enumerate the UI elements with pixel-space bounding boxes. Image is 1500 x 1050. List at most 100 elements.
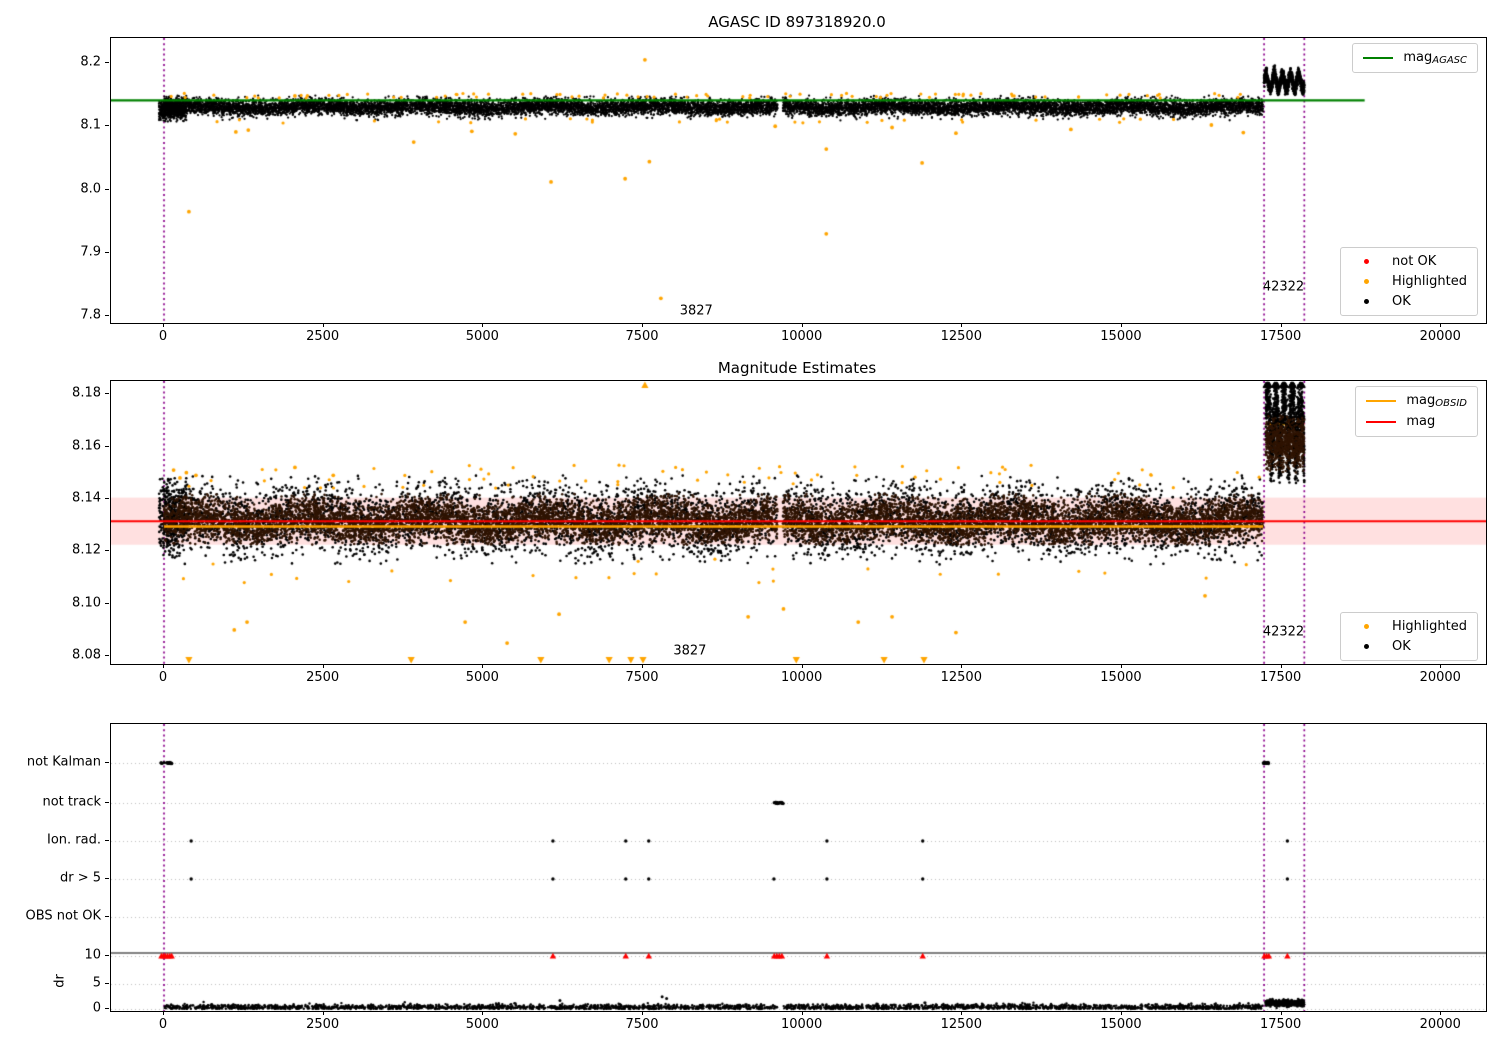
- x-tick-mark: [163, 323, 164, 327]
- x-tick-label: 7500: [625, 329, 658, 344]
- y-tick-label: 8.12: [72, 543, 101, 558]
- y-tick-mark: [105, 550, 109, 551]
- x-tick-label: 2500: [306, 670, 339, 685]
- x-tick-mark: [482, 664, 483, 668]
- x-tick-mark: [802, 323, 803, 327]
- dr-axis-label: dr: [53, 974, 68, 988]
- magnitude-estimates-plot-area: [110, 380, 1487, 665]
- legend-entry: Highlighted: [1351, 619, 1467, 634]
- x-tick-mark: [163, 664, 164, 668]
- flag-tick-mark: [105, 840, 109, 841]
- y-tick-mark: [105, 125, 109, 126]
- x-tick-mark: [163, 1011, 164, 1015]
- y-tick-mark: [105, 252, 109, 253]
- dr-tick-mark: [105, 955, 109, 956]
- dr-tick-mark: [105, 1008, 109, 1009]
- obsid-annotation: 42322: [1263, 624, 1304, 639]
- x-tick-mark: [323, 664, 324, 668]
- x-tick-label: 12500: [941, 329, 982, 344]
- y-tick-label: 8.08: [72, 648, 101, 663]
- y-tick-mark: [105, 655, 109, 656]
- middle-chart-title: Magnitude Estimates: [718, 359, 876, 377]
- y-tick-label: 7.9: [80, 244, 101, 259]
- y-tick-label: 8.16: [72, 438, 101, 453]
- dr-tick-label: 5: [93, 976, 101, 991]
- x-tick-label: 5000: [466, 670, 499, 685]
- legend-marker-dot: [1364, 644, 1369, 649]
- y-tick-label: 8.1: [80, 118, 101, 133]
- legend-label: Highlighted: [1392, 619, 1467, 634]
- flags-dr-plot-area: [110, 723, 1487, 1012]
- legend-marker-dot: [1364, 259, 1369, 264]
- x-tick-label: 10000: [781, 1017, 822, 1032]
- x-tick-mark: [642, 323, 643, 327]
- x-tick-label: 10000: [781, 329, 822, 344]
- x-tick-label: 7500: [625, 1017, 658, 1032]
- x-tick-mark: [482, 1011, 483, 1015]
- x-tick-label: 0: [159, 1017, 167, 1032]
- flags-dr-canvas: [111, 724, 1486, 1011]
- x-tick-mark: [1121, 323, 1122, 327]
- legend-label-main: mag: [1406, 393, 1435, 408]
- legend-entry: mag: [1366, 414, 1467, 430]
- x-tick-mark: [323, 323, 324, 327]
- obsid-annotation: 3827: [680, 303, 713, 318]
- flag-row-label: OBS not OK: [26, 909, 102, 924]
- x-tick-label: 15000: [1100, 329, 1141, 344]
- flag-tick-mark: [105, 762, 109, 763]
- x-tick-mark: [1281, 1011, 1282, 1015]
- dr-tick-mark: [105, 983, 109, 984]
- obsid-annotation: 3827: [673, 644, 706, 659]
- x-tick-label: 12500: [941, 1017, 982, 1032]
- flag-row-label: Ion. rad.: [47, 833, 101, 848]
- flag-row-label: dr > 5: [60, 871, 101, 886]
- dr-tick-label: 0: [93, 1001, 101, 1016]
- x-tick-label: 5000: [466, 329, 499, 344]
- x-tick-label: 0: [159, 670, 167, 685]
- y-tick-mark: [105, 189, 109, 190]
- x-tick-label: 20000: [1420, 329, 1461, 344]
- x-tick-label: 20000: [1420, 1017, 1461, 1032]
- legend-label-subscript: OBSID: [1435, 398, 1467, 409]
- legend-entry: OK: [1351, 639, 1467, 654]
- y-tick-mark: [105, 446, 109, 447]
- legend-marker-dot: [1364, 279, 1369, 284]
- obsid-annotation: 42322: [1263, 279, 1304, 294]
- legend-marker-dot: [1364, 624, 1369, 629]
- legend-entry: magOBSID: [1366, 393, 1467, 409]
- y-tick-mark: [105, 603, 109, 604]
- x-tick-mark: [802, 1011, 803, 1015]
- legend-marker-dot: [1364, 299, 1369, 304]
- x-tick-mark: [802, 664, 803, 668]
- legend-entry: not OK: [1351, 254, 1467, 269]
- x-tick-mark: [1121, 1011, 1122, 1015]
- matplotlib-figure: AGASC ID 897318920.0 Magnitude Estimates…: [0, 0, 1500, 1050]
- x-tick-mark: [961, 664, 962, 668]
- y-tick-mark: [105, 498, 109, 499]
- legend-label: magAGASC: [1403, 50, 1467, 66]
- x-tick-mark: [1121, 664, 1122, 668]
- legend-label-subscript: AGASC: [1432, 55, 1467, 66]
- x-tick-label: 5000: [466, 1017, 499, 1032]
- dr-tick-label: 10: [84, 948, 101, 963]
- x-tick-mark: [642, 1011, 643, 1015]
- legend-label: not OK: [1392, 254, 1436, 269]
- legend-label: mag: [1406, 414, 1435, 430]
- y-tick-label: 7.8: [80, 308, 101, 323]
- x-tick-label: 17500: [1260, 1017, 1301, 1032]
- magnitude-estimates-canvas: [111, 381, 1486, 664]
- x-tick-label: 7500: [625, 670, 658, 685]
- legend-mag-agasc: magAGASC: [1352, 43, 1478, 73]
- flag-tick-mark: [105, 878, 109, 879]
- flag-row-label: not Kalman: [27, 755, 101, 770]
- legend-line-sample: [1366, 400, 1396, 402]
- x-tick-label: 17500: [1260, 670, 1301, 685]
- legend-line-sample: [1363, 57, 1393, 59]
- x-tick-mark: [323, 1011, 324, 1015]
- x-tick-mark: [1281, 664, 1282, 668]
- y-tick-mark: [105, 393, 109, 394]
- x-tick-mark: [1281, 323, 1282, 327]
- x-tick-mark: [961, 323, 962, 327]
- y-tick-mark: [105, 62, 109, 63]
- y-tick-label: 8.14: [72, 490, 101, 505]
